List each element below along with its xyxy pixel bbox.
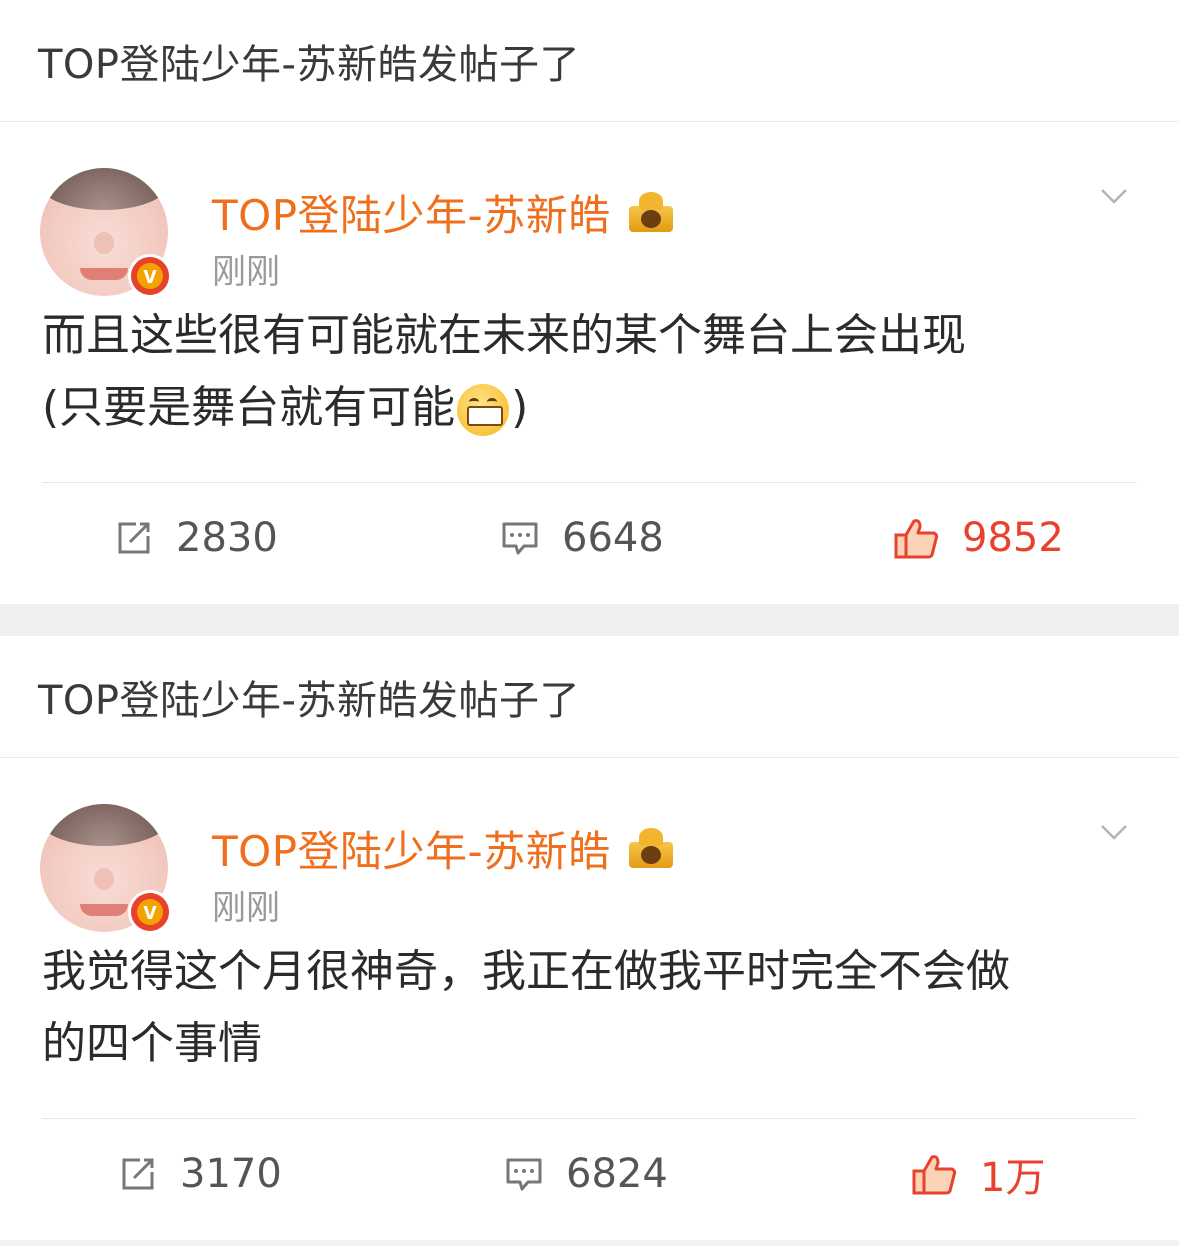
post-time: 刚刚 [212, 888, 280, 928]
comment-count: 6648 [562, 515, 664, 561]
post-text-line: (只要是舞台就有可能) [42, 372, 1139, 444]
action-bar: 2830 6648 9852 [0, 483, 1179, 593]
like-button[interactable]: 9852 [894, 515, 1064, 561]
post-text-line: 而且这些很有可能就在未来的某个舞台上会出现 [42, 310, 966, 361]
action-bar: 3170 6824 1万 [0, 1119, 1179, 1229]
comment-button[interactable]: 6648 [500, 515, 664, 561]
post-notice: TOP登陆少年-苏新皓发帖子了 [0, 0, 1179, 122]
thumbs-up-icon [894, 519, 939, 559]
repost-button[interactable]: 3170 [118, 1151, 282, 1197]
repost-button[interactable]: 2830 [114, 515, 278, 561]
repost-count: 2830 [176, 515, 278, 561]
post-text-line: 我觉得这个月很神奇，我正在做我平时完全不会做 [42, 946, 1010, 997]
verified-badge-icon: v [128, 890, 172, 934]
chevron-down-icon[interactable] [1100, 182, 1128, 210]
username[interactable]: TOP登陆少年-苏新皓 [212, 818, 677, 879]
like-button[interactable]: 1万 [912, 1145, 1045, 1203]
post-header: v TOP登陆少年-苏新皓 刚刚 [0, 122, 1179, 298]
comment-icon [502, 522, 538, 555]
thumbs-up-icon [912, 1155, 957, 1195]
post-text: 我觉得这个月很神奇，我正在做我平时完全不会做 的四个事情 [0, 928, 1179, 1118]
feed: TOP登陆少年-苏新皓发帖子了 v TOP登陆少年-苏新皓 刚刚 而且这些很有可… [0, 0, 1179, 1246]
comment-count: 6824 [566, 1151, 668, 1197]
crown-badge-icon [625, 191, 677, 234]
post-text: 而且这些很有可能就在未来的某个舞台上会出现 (只要是舞台就有可能) [0, 292, 1179, 482]
post-card: TOP登陆少年-苏新皓发帖子了 v TOP登陆少年-苏新皓 刚刚 我觉得这个月很… [0, 636, 1179, 1240]
crown-badge-icon [625, 827, 677, 870]
post-notice: TOP登陆少年-苏新皓发帖子了 [0, 636, 1179, 758]
post-time: 刚刚 [212, 252, 280, 292]
verified-badge-icon: v [128, 254, 172, 298]
chevron-down-icon[interactable] [1100, 818, 1128, 846]
post-card: TOP登陆少年-苏新皓发帖子了 v TOP登陆少年-苏新皓 刚刚 而且这些很有可… [0, 0, 1179, 604]
comment-button[interactable]: 6824 [504, 1151, 668, 1197]
repost-icon [118, 522, 150, 554]
grin-emoji-icon [457, 384, 510, 436]
like-count: 9852 [962, 515, 1064, 561]
post-header: v TOP登陆少年-苏新皓 刚刚 [0, 758, 1179, 934]
repost-icon [122, 1158, 154, 1190]
post-text-line: 的四个事情 [42, 1018, 262, 1069]
username[interactable]: TOP登陆少年-苏新皓 [212, 182, 677, 243]
username-text[interactable]: TOP登陆少年-苏新皓 [212, 818, 611, 879]
like-count: 1万 [980, 1155, 1046, 1201]
card-separator [0, 604, 1179, 636]
username-text[interactable]: TOP登陆少年-苏新皓 [212, 182, 611, 243]
repost-count: 3170 [180, 1151, 282, 1197]
comment-icon [506, 1158, 542, 1191]
